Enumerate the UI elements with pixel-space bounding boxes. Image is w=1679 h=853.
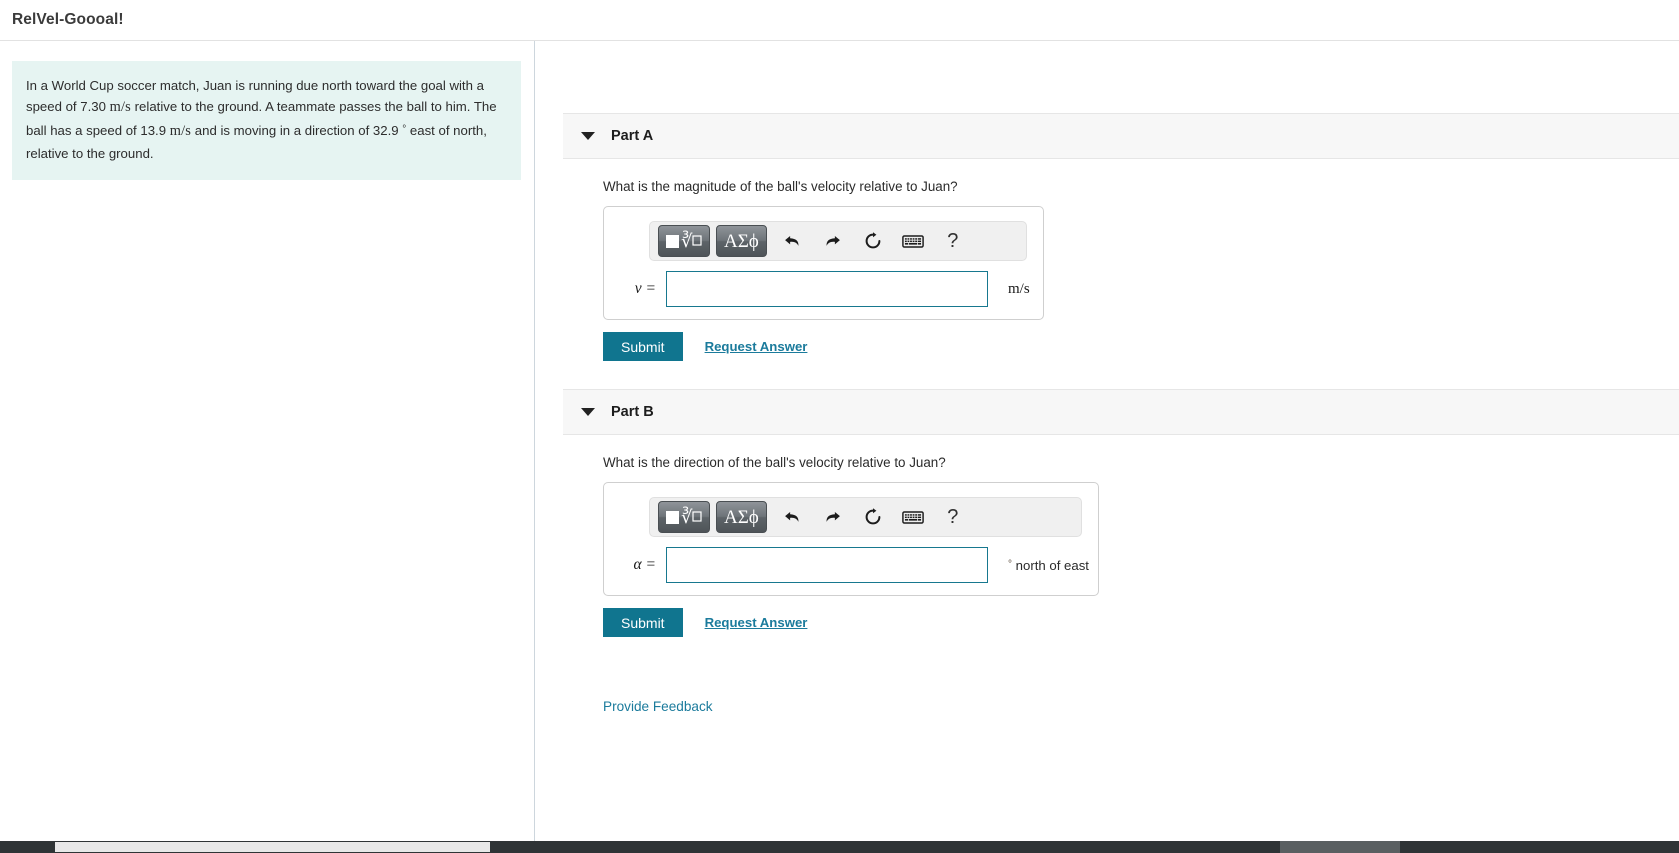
chevron-down-icon[interactable]	[581, 408, 595, 416]
part-b-submit-row: Submit Request Answer	[603, 608, 1679, 637]
radical-icon: ∛	[681, 507, 702, 527]
part-b-variable-label: α =	[633, 556, 656, 573]
horizontal-scrollbar-thumb[interactable]	[55, 842, 490, 852]
template-sqrt-button[interactable]: ∛	[658, 501, 710, 533]
part-b-answer-card: ∛ ΑΣϕ ? α = ° north of east	[603, 482, 1099, 596]
chevron-down-icon[interactable]	[581, 132, 595, 140]
part-a-submit-row: Submit Request Answer	[603, 332, 1679, 361]
part-a-question: What is the magnitude of the ball's velo…	[603, 179, 958, 194]
greek-icon: ΑΣϕ	[724, 230, 759, 252]
unit-ms-2: m/s	[169, 122, 192, 139]
page-title: RelVel-Goooal!	[12, 11, 124, 28]
part-a-answer-card: ∛ ΑΣϕ ? v = m/s	[603, 206, 1044, 320]
keyboard-icon[interactable]	[893, 225, 933, 257]
greek-symbols-button[interactable]: ΑΣϕ	[716, 225, 767, 257]
part-a-answer-input[interactable]	[666, 271, 988, 307]
part-a-label: Part A	[611, 128, 654, 144]
unit-ms-1: m/s	[109, 99, 131, 116]
window-titlebar: RelVel-Goooal!	[0, 0, 1679, 41]
part-b-request-answer-link[interactable]: Request Answer	[705, 615, 808, 630]
problem-text-3: and is moving in a direction of 32.9	[191, 122, 403, 138]
horizontal-scrollbar[interactable]	[0, 841, 1679, 853]
part-a-math-toolbar: ∛ ΑΣϕ ?	[649, 221, 1027, 261]
scrollbar-marker	[1280, 841, 1400, 853]
undo-icon[interactable]	[773, 225, 813, 257]
part-a-submit-button[interactable]: Submit	[603, 332, 683, 361]
part-a-variable-label: v =	[634, 280, 656, 297]
reset-icon[interactable]	[853, 225, 893, 257]
radical-icon: ∛	[681, 231, 702, 251]
svg-text:∛: ∛	[681, 231, 693, 251]
part-a-input-row: v = m/s	[604, 271, 1043, 307]
reset-icon[interactable]	[853, 501, 893, 533]
part-b-question: What is the direction of the ball's velo…	[603, 455, 946, 470]
provide-feedback-link[interactable]: Provide Feedback	[603, 699, 713, 714]
help-icon[interactable]: ?	[933, 501, 973, 533]
part-a-header[interactable]: Part A	[563, 113, 1679, 159]
part-b-label: Part B	[611, 404, 654, 420]
svg-text:∛: ∛	[681, 507, 693, 527]
help-icon[interactable]: ?	[933, 225, 973, 257]
undo-icon[interactable]	[773, 501, 813, 533]
problem-statement: In a World Cup soccer match, Juan is run…	[12, 61, 521, 181]
part-b-input-row: α = ° north of east	[604, 547, 1098, 583]
part-b-answer-input[interactable]	[666, 547, 988, 583]
keyboard-icon[interactable]	[893, 501, 933, 533]
sqrt-icon: ∛	[666, 230, 702, 252]
redo-icon[interactable]	[813, 501, 853, 533]
part-a-body: What is the magnitude of the ball's velo…	[535, 159, 1679, 361]
part-a-request-answer-link[interactable]: Request Answer	[705, 339, 808, 354]
part-b-submit-button[interactable]: Submit	[603, 608, 683, 637]
part-b-unit-text: north of east	[1012, 557, 1089, 573]
template-sqrt-button[interactable]: ∛	[658, 225, 710, 257]
redo-icon[interactable]	[813, 225, 853, 257]
left-pane: In a World Cup soccer match, Juan is run…	[0, 41, 535, 846]
page-root: RelVel-Goooal! In a World Cup soccer mat…	[0, 0, 1679, 853]
part-b-header[interactable]: Part B	[563, 389, 1679, 435]
content-split: In a World Cup soccer match, Juan is run…	[0, 41, 1679, 846]
part-b-math-toolbar: ∛ ΑΣϕ ?	[649, 497, 1082, 537]
sqrt-icon: ∛	[666, 506, 702, 528]
greek-symbols-button[interactable]: ΑΣϕ	[716, 501, 767, 533]
part-b-unit-label: ° north of east	[1008, 558, 1089, 573]
right-pane: Part A What is the magnitude of the ball…	[535, 41, 1679, 846]
part-a-unit-label: m/s	[1008, 280, 1030, 297]
greek-icon: ΑΣϕ	[724, 506, 759, 528]
part-b-body: What is the direction of the ball's velo…	[535, 435, 1679, 716]
